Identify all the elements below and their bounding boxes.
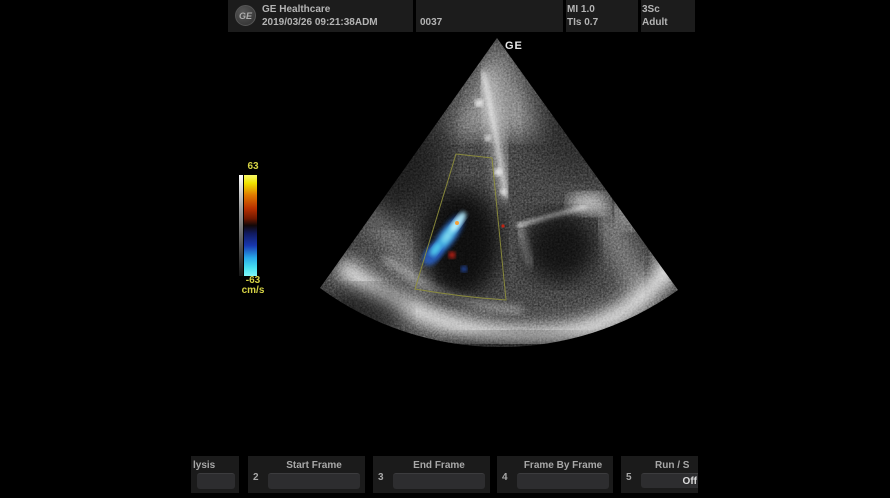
softkey-panel-end-frame: 3 End Frame <box>373 456 490 493</box>
velocity-color-strip <box>244 175 257 276</box>
softkey-label: Start Frame <box>268 460 360 471</box>
softkey-panel-analysis: lysis <box>191 456 239 493</box>
vendor-name: GE Healthcare <box>262 4 330 15</box>
preset-name: Adult <box>642 17 668 28</box>
probe-name: 3Sc <box>642 4 660 15</box>
softkey-panel-start-frame: 2 Start Frame <box>248 456 365 493</box>
softkey-panel-frame-by-frame: 4 Frame By Frame <box>497 456 613 493</box>
aliasing-speck <box>455 221 459 225</box>
divider <box>638 0 641 32</box>
softkey-number: 4 <box>502 472 508 483</box>
scale-max-label: 63 <box>236 162 270 172</box>
status-bar: GE GE Healthcare 2019/03/26 09:21:38ADM … <box>228 0 695 32</box>
softkey-frame-by-frame-button[interactable] <box>517 473 609 489</box>
softkey-number: 5 <box>626 472 632 483</box>
softkey-run-stop-button[interactable]: Off <box>641 473 698 488</box>
exam-datetime: 2019/03/26 09:21:38ADM <box>262 17 378 28</box>
softkey-label: End Frame <box>393 460 485 471</box>
speckle-texture-overlay <box>300 30 700 370</box>
doppler-velocity-scale: 63 -63 cm/s <box>236 162 270 304</box>
softkey-number: 3 <box>378 472 384 483</box>
tis-value: TIs 0.7 <box>567 17 598 28</box>
softkey-label: lysis <box>193 460 215 471</box>
divider <box>413 0 416 32</box>
divider <box>563 0 566 32</box>
softkey-number: 2 <box>253 472 259 483</box>
red-flow-blob <box>449 252 456 259</box>
softkey-value: Off <box>683 476 697 487</box>
softkey-start-frame-button[interactable] <box>268 473 360 489</box>
softkey-panel-run-stop: 5 Run / S Off <box>621 456 698 493</box>
ge-logo-icon: GE <box>235 5 256 26</box>
softkey-label: Frame By Frame <box>517 460 609 471</box>
orientation-label: GE <box>505 40 523 52</box>
softkey-label: Run / S <box>655 460 689 471</box>
mi-value: MI 1.0 <box>567 4 595 15</box>
softkey-analysis-button[interactable] <box>197 473 235 489</box>
bottom-edge-strip <box>0 493 890 498</box>
ultrasound-sector-image <box>0 0 890 498</box>
softkey-end-frame-button[interactable] <box>393 473 485 489</box>
grayscale-strip <box>239 175 243 276</box>
exam-id: 0037 <box>420 17 442 28</box>
scale-unit-label: cm/s <box>236 286 270 296</box>
